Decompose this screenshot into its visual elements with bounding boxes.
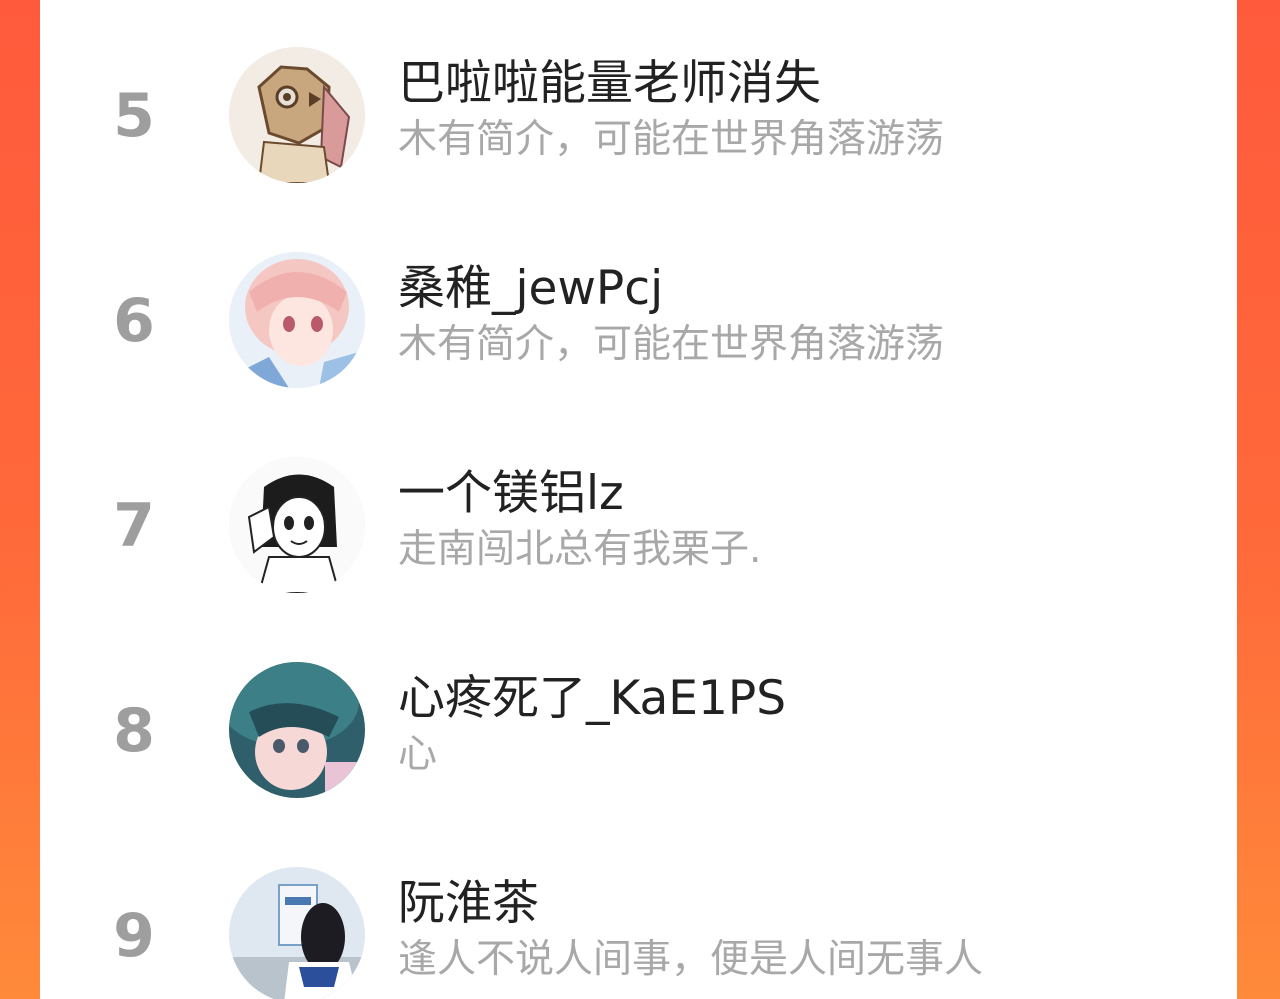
avatar-manga-girl-icon [229, 457, 365, 593]
user-bio: 逢人不说人间事，便是人间无事人 [398, 937, 984, 982]
user-bio: 木有简介，可能在世界角落游荡 [398, 117, 945, 162]
rank-number: 8 [113, 696, 155, 766]
user-name[interactable]: 一个镁铝lz [398, 466, 624, 522]
user-bio: 心 [398, 732, 438, 777]
user-bio: 木有简介，可能在世界角落游荡 [398, 322, 945, 367]
avatar[interactable] [229, 457, 365, 593]
avatar-hashibira-mask-icon [229, 47, 365, 183]
avatar-pink-hair-girl-icon [229, 252, 365, 388]
avatar-teal-hair-girl-icon [229, 662, 365, 798]
user-bio: 走南闯北总有我栗子. [398, 527, 762, 572]
avatar[interactable] [229, 867, 365, 999]
list-item[interactable]: 8 心疼死了_KaE1PS 心 [40, 627, 1237, 832]
avatar-photo-girl-icon [229, 867, 365, 999]
user-name[interactable]: 阮淮茶 [398, 876, 539, 932]
rank-number: 5 [113, 81, 155, 151]
list-item[interactable]: 7 一个镁铝lz 走南闯北总有我栗子. [40, 422, 1237, 627]
rank-number: 6 [113, 286, 155, 356]
list-item[interactable]: 5 巴啦啦能量老师消失 木有简介，可能在世界角落游荡 [40, 12, 1237, 217]
rank-number: 9 [113, 901, 155, 971]
user-name[interactable]: 桑稚_jewPcj [398, 261, 663, 317]
user-name[interactable]: 巴啦啦能量老师消失 [398, 56, 821, 112]
avatar[interactable] [229, 47, 365, 183]
user-name[interactable]: 心疼死了_KaE1PS [398, 671, 786, 727]
ranking-list: 5 巴啦啦能量老师消失 木有简介，可能在世界角落游荡 6 桑稚_jewPcj 木… [40, 12, 1237, 999]
rank-number: 7 [113, 491, 155, 561]
list-item[interactable]: 6 桑稚_jewPcj 木有简介，可能在世界角落游荡 [40, 217, 1237, 422]
list-item[interactable]: 9 阮淮茶 逢人不说人间事，便是人间无事人 [40, 832, 1237, 999]
avatar[interactable] [229, 662, 365, 798]
avatar[interactable] [229, 252, 365, 388]
ranking-panel: 5 巴啦啦能量老师消失 木有简介，可能在世界角落游荡 6 桑稚_jewPcj 木… [40, 0, 1237, 999]
